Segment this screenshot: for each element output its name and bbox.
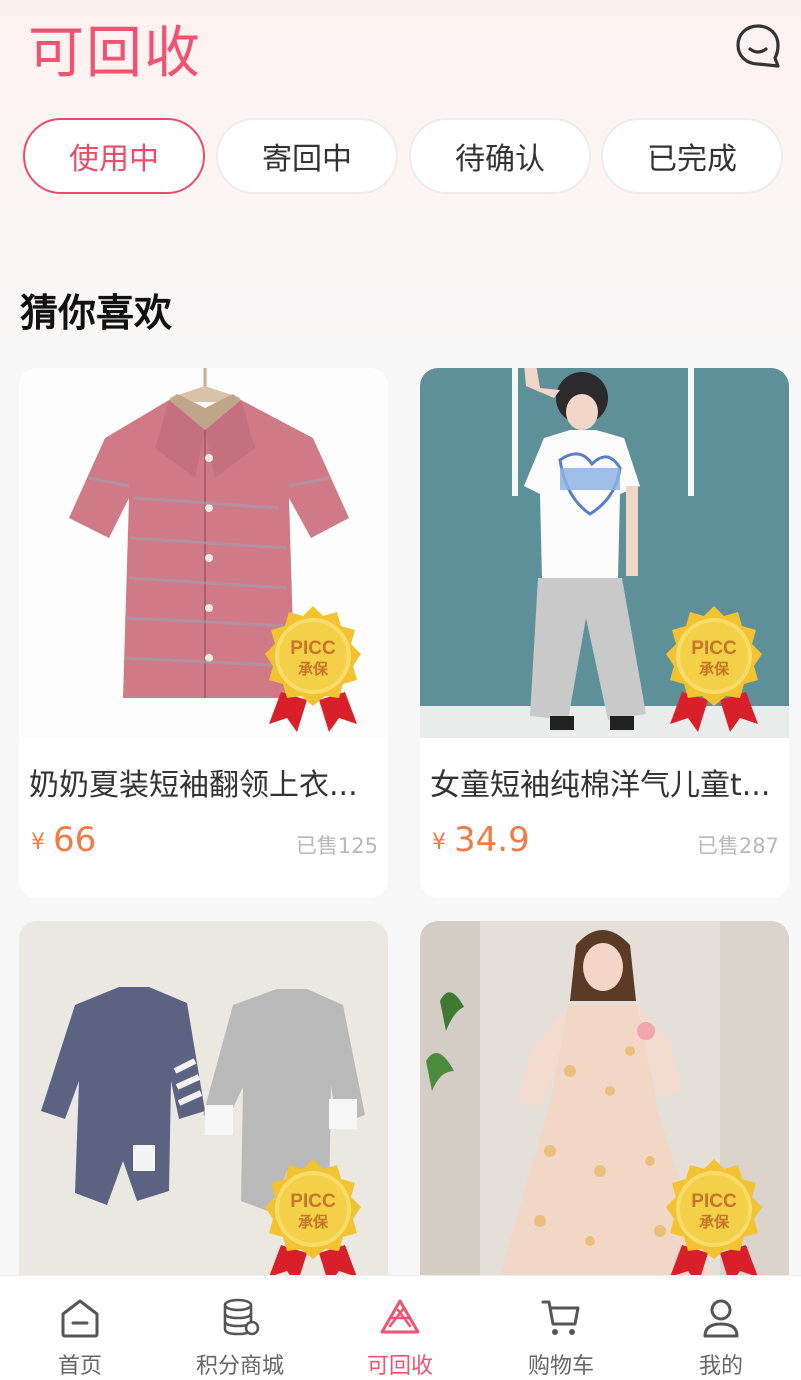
tabbar-label: 首页 [57,1354,102,1379]
svg-text:PICC: PICC [691,638,737,659]
tabbar-label: 我的 [698,1354,743,1379]
page-title: 可回收 [28,21,202,86]
tabbar-item-recycle[interactable]: 可回收 [320,1276,480,1380]
coins-icon [223,1298,260,1336]
svg-text:PICC: PICC [290,1191,336,1212]
tabbar-label: 积分商城 [195,1354,284,1379]
product-name: 女童短袖纯棉洋气儿童t... [430,768,771,803]
cart-icon [541,1300,580,1335]
message-icon[interactable] [734,22,782,70]
product-price: 66 [53,820,97,860]
tabbar-label: 可回收 [366,1354,433,1379]
product-image: PICC 承保 [19,921,388,1275]
user-icon [703,1299,739,1338]
product-card[interactable]: PICC 承保 [19,921,388,1275]
sold-count: 已售287 [696,834,779,858]
tab-returning[interactable]: 寄回中 [216,118,398,194]
tabbar-item-points-mall[interactable]: 积分商城 [160,1276,320,1380]
tab-pending-confirm[interactable]: 待确认 [409,118,591,194]
order-status-tabs: 使用中 寄回中 待确认 已完成 [23,118,783,194]
bottom-tab-bar: 首页 积分商城 可回收 购物车 我的 [0,1275,801,1380]
tabbar-label: 购物车 [527,1354,594,1379]
tabbar-item-cart[interactable]: 购物车 [481,1276,641,1380]
sold-count: 已售125 [295,834,378,858]
section-title: 猜你喜欢 [20,291,173,335]
home-icon [61,1299,99,1338]
product-image: PICC 承保 [420,368,789,738]
product-card[interactable]: PICC 承保 奶奶夏装短袖翻领上衣... ¥ 66 已售125 [19,368,388,898]
currency-symbol: ¥ [31,830,45,855]
product-card[interactable]: PICC 承保 女童短袖纯棉洋气儿童t... ¥ 34.9 已售287 [420,368,789,898]
product-image: PICC 承保 [420,921,789,1275]
tabbar-item-mine[interactable]: 我的 [641,1276,801,1380]
picc-insurance-badge-icon: PICC 承保 [666,1159,762,1275]
svg-text:承保: 承保 [699,1213,730,1231]
picc-insurance-badge-icon: PICC 承保 [666,606,762,732]
tab-in-use[interactable]: 使用中 [23,118,205,194]
product-price: 34.9 [454,820,530,860]
svg-text:PICC: PICC [290,638,336,659]
svg-text:PICC: PICC [691,1191,737,1212]
picc-insurance-badge-icon: PICC 承保 [265,606,361,732]
picc-insurance-badge-icon: PICC 承保 [265,1159,361,1275]
tabbar-item-home[interactable]: 首页 [0,1276,160,1380]
recycle-icon [380,1299,420,1334]
svg-text:承保: 承保 [298,1213,329,1231]
product-image: PICC 承保 [19,368,388,738]
svg-text:承保: 承保 [298,660,329,678]
product-name: 奶奶夏装短袖翻领上衣... [29,768,358,803]
currency-symbol: ¥ [432,830,446,855]
product-card[interactable]: PICC 承保 [420,921,789,1275]
svg-text:承保: 承保 [699,660,730,678]
tab-completed[interactable]: 已完成 [601,118,783,194]
